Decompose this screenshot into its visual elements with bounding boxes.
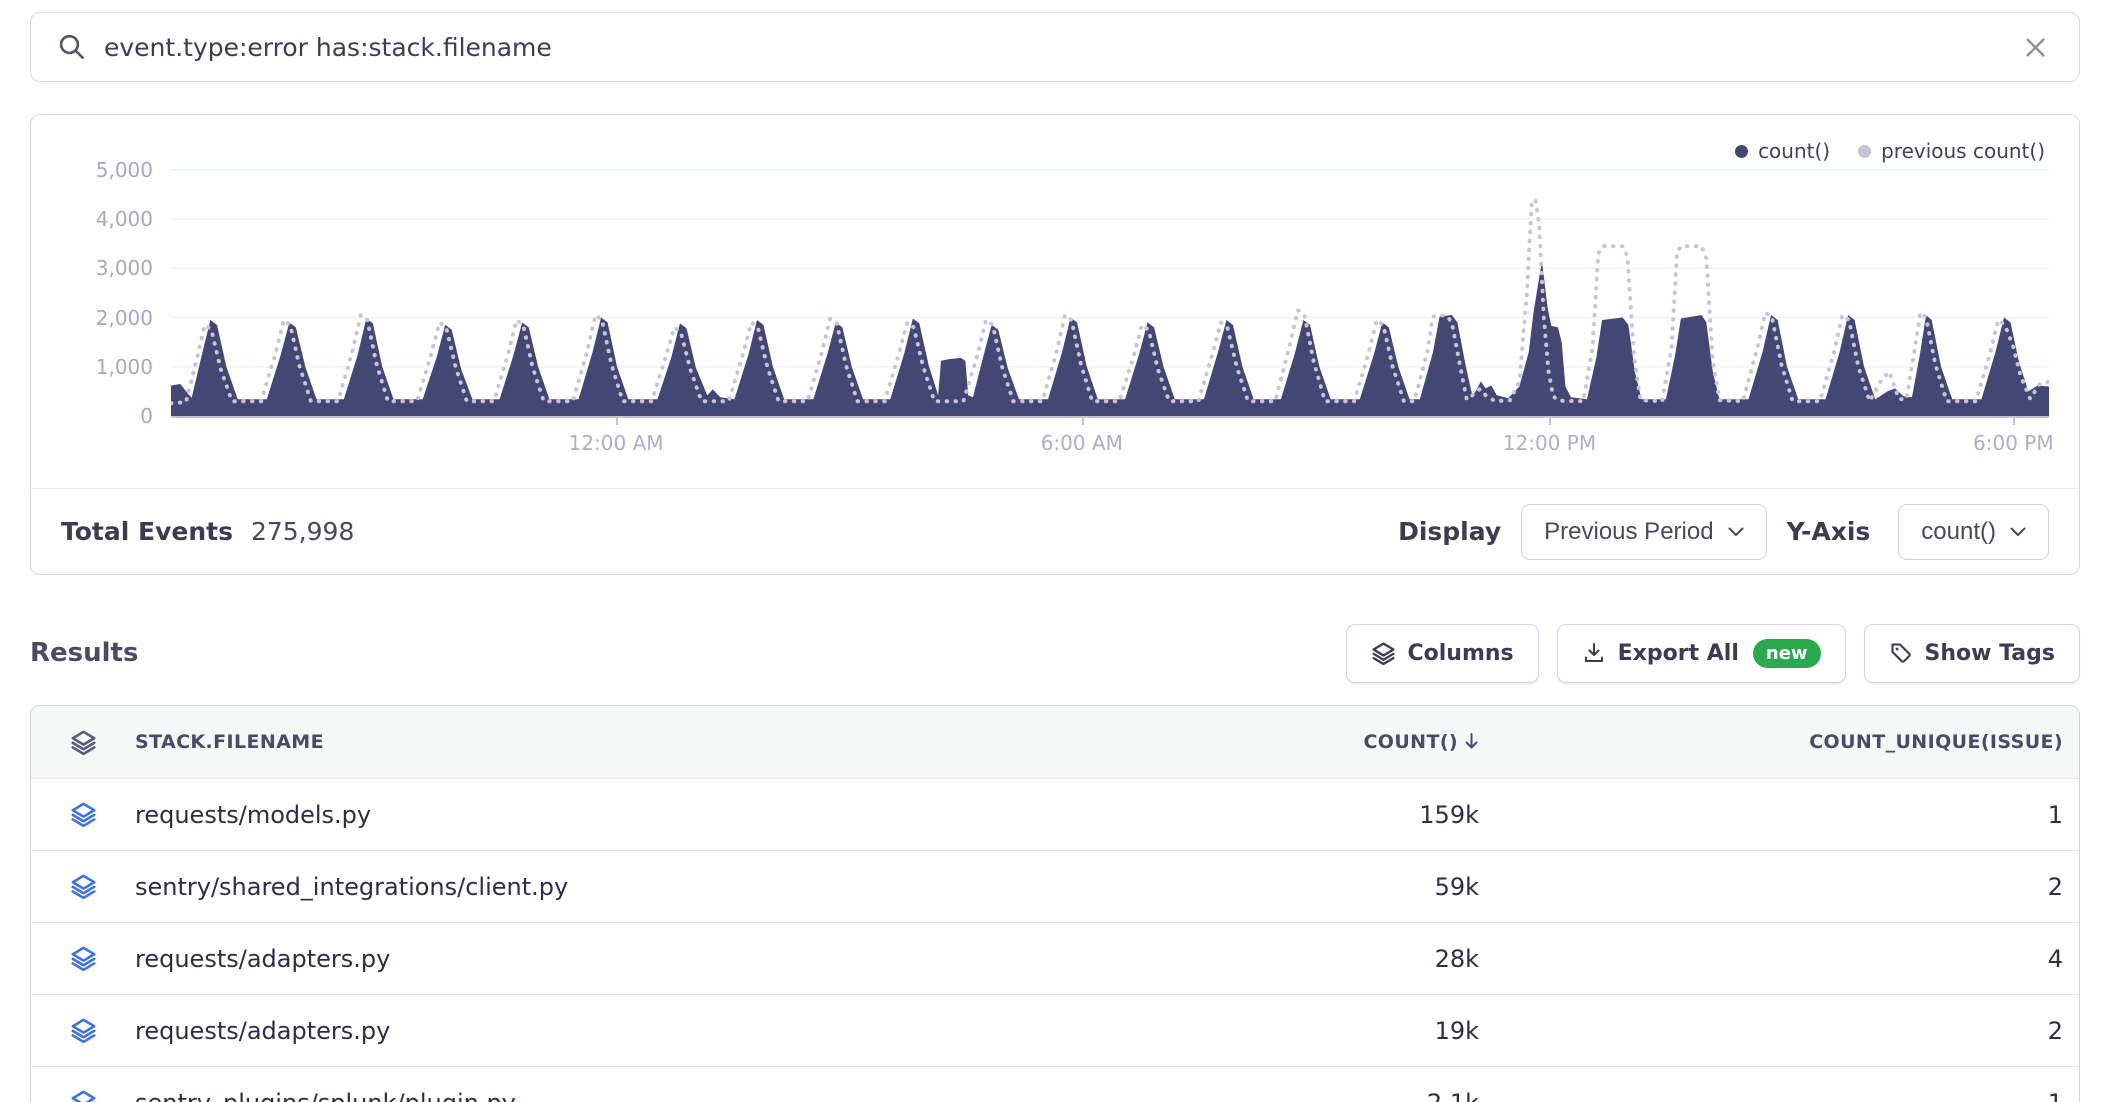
cell-count: 28k [1149,945,1479,973]
y-axis-tick-label: 4,000 [31,206,153,232]
results-table: STACK.FILENAME COUNT() COUNT_UNIQUE(ISSU… [30,705,2080,1102]
legend-item-count[interactable]: count() [1735,139,1830,163]
yaxis-dropdown[interactable]: count() [1898,504,2049,560]
columns-button[interactable]: Columns [1346,624,1539,683]
yaxis-label: Y-Axis [1787,517,1871,546]
events-chart-panel: count() previous count() 0 1,000 2,000 3,00… [30,114,2080,575]
legend-label-previous-count: previous count() [1881,139,2045,163]
sort-desc-icon [1464,732,1479,750]
x-axis-tick-label: 6:00 PM [1973,431,2054,455]
y-axis-labels: 01,0002,0003,0004,0005,000 [31,155,153,416]
legend-item-previous-count[interactable]: previous count() [1858,139,2045,163]
layers-icon [70,729,97,756]
legend-label-count: count() [1758,139,1830,163]
cell-count: 159k [1149,801,1479,829]
chevron-down-icon [1728,527,1744,537]
x-axis-tick [1549,418,1551,425]
cell-count-unique: 2 [1479,873,2079,901]
total-events-label: Total Events [61,517,233,546]
table-row[interactable]: requests/adapters.py 28k 4 [31,922,2079,994]
display-label: Display [1398,517,1501,546]
layers-icon-blue [70,873,97,900]
close-icon [2022,34,2049,61]
y-axis-tick-label: 1,000 [31,354,153,380]
table-header: STACK.FILENAME COUNT() COUNT_UNIQUE(ISSU… [31,706,2079,778]
search-bar[interactable] [30,12,2080,82]
column-header-count-unique-issue[interactable]: COUNT_UNIQUE(ISSUE) [1479,731,2079,753]
cell-count: 19k [1149,1017,1479,1045]
table-body: requests/models.py 159k 1 sentry/shared_… [31,778,2079,1102]
x-axis-tick [2013,418,2015,425]
chart-footer: Total Events 275,998 Display Previous Pe… [31,488,2079,574]
row-icon-cell [31,801,135,828]
y-axis-tick-label: 5,000 [31,157,153,183]
layers-icon-blue [70,1089,97,1102]
search-icon [57,32,87,62]
x-axis-tick-label: 12:00 AM [569,431,664,455]
events-area-chart [171,155,2049,416]
chart-legend: count() previous count() [1735,139,2045,163]
legend-dot-count [1735,145,1748,158]
cell-stack-filename[interactable]: sentry_plugins/splunk/plugin.py [135,1089,1149,1102]
cell-stack-filename[interactable]: requests/adapters.py [135,945,1149,973]
show-tags-button[interactable]: Show Tags [1864,624,2080,683]
results-heading: Results [30,638,138,668]
search-input[interactable] [104,33,2018,62]
column-header-count[interactable]: COUNT() [1149,731,1479,753]
display-dropdown-value: Previous Period [1544,518,1713,546]
x-axis-tick [1082,418,1084,425]
x-axis-tick [616,418,618,425]
cell-count: 2.1k [1149,1089,1479,1102]
row-icon-cell [31,1017,135,1044]
layers-icon [1371,641,1396,666]
layers-icon-blue [70,945,97,972]
legend-dot-previous-count [1858,145,1871,158]
table-row[interactable]: requests/adapters.py 19k 2 [31,994,2079,1066]
layers-icon-blue [70,1017,97,1044]
export-all-button[interactable]: Export All new [1557,624,1846,683]
search-clear-button[interactable] [2018,30,2053,65]
row-icon-cell [31,873,135,900]
x-axis-labels: 12:00 AM6:00 AM12:00 PM6:00 PM [171,418,2049,470]
total-events: Total Events 275,998 [61,517,354,546]
yaxis-dropdown-value: count() [1921,518,1996,546]
download-icon [1582,641,1606,665]
results-header-row: Results Columns Export All new [30,623,2080,683]
total-events-value: 275,998 [251,517,354,546]
cell-count-unique: 4 [1479,945,2079,973]
cell-count-unique: 1 [1479,801,2079,829]
cell-count-unique: 1 [1479,1089,2079,1102]
table-row[interactable]: sentry_plugins/splunk/plugin.py 2.1k 1 [31,1066,2079,1102]
y-axis-tick-label: 0 [31,403,153,429]
table-row[interactable]: sentry/shared_integrations/client.py 59k… [31,850,2079,922]
results-actions: Columns Export All new Show Tags [1346,624,2081,683]
y-axis-tick-label: 2,000 [31,305,153,331]
discover-page: count() previous count() 0 1,000 2,000 3,00… [0,0,2110,1102]
cell-count: 59k [1149,873,1479,901]
display-dropdown[interactable]: Previous Period [1521,504,1766,560]
cell-stack-filename[interactable]: requests/adapters.py [135,1017,1149,1045]
cell-stack-filename[interactable]: sentry/shared_integrations/client.py [135,873,1149,901]
chevron-down-icon [2010,527,2026,537]
header-icon-cell [31,729,135,756]
row-icon-cell [31,1089,135,1102]
chart-plot-area[interactable] [171,155,2049,416]
x-axis-tick-label: 6:00 AM [1041,431,1123,455]
x-axis-tick-label: 12:00 PM [1503,431,1596,455]
y-axis-tick-label: 3,000 [31,255,153,281]
new-badge: new [1753,639,1821,668]
cell-count-unique: 2 [1479,1017,2079,1045]
show-tags-button-label: Show Tags [1925,641,2055,666]
column-header-stack-filename[interactable]: STACK.FILENAME [135,731,1149,753]
chart-controls: Display Previous Period Y-Axis count() [1398,504,2049,560]
columns-button-label: Columns [1408,641,1514,666]
tag-icon [1889,641,1913,665]
row-icon-cell [31,945,135,972]
table-row[interactable]: requests/models.py 159k 1 [31,778,2079,850]
layers-icon-blue [70,801,97,828]
export-all-button-label: Export All [1618,641,1739,666]
cell-stack-filename[interactable]: requests/models.py [135,801,1149,829]
